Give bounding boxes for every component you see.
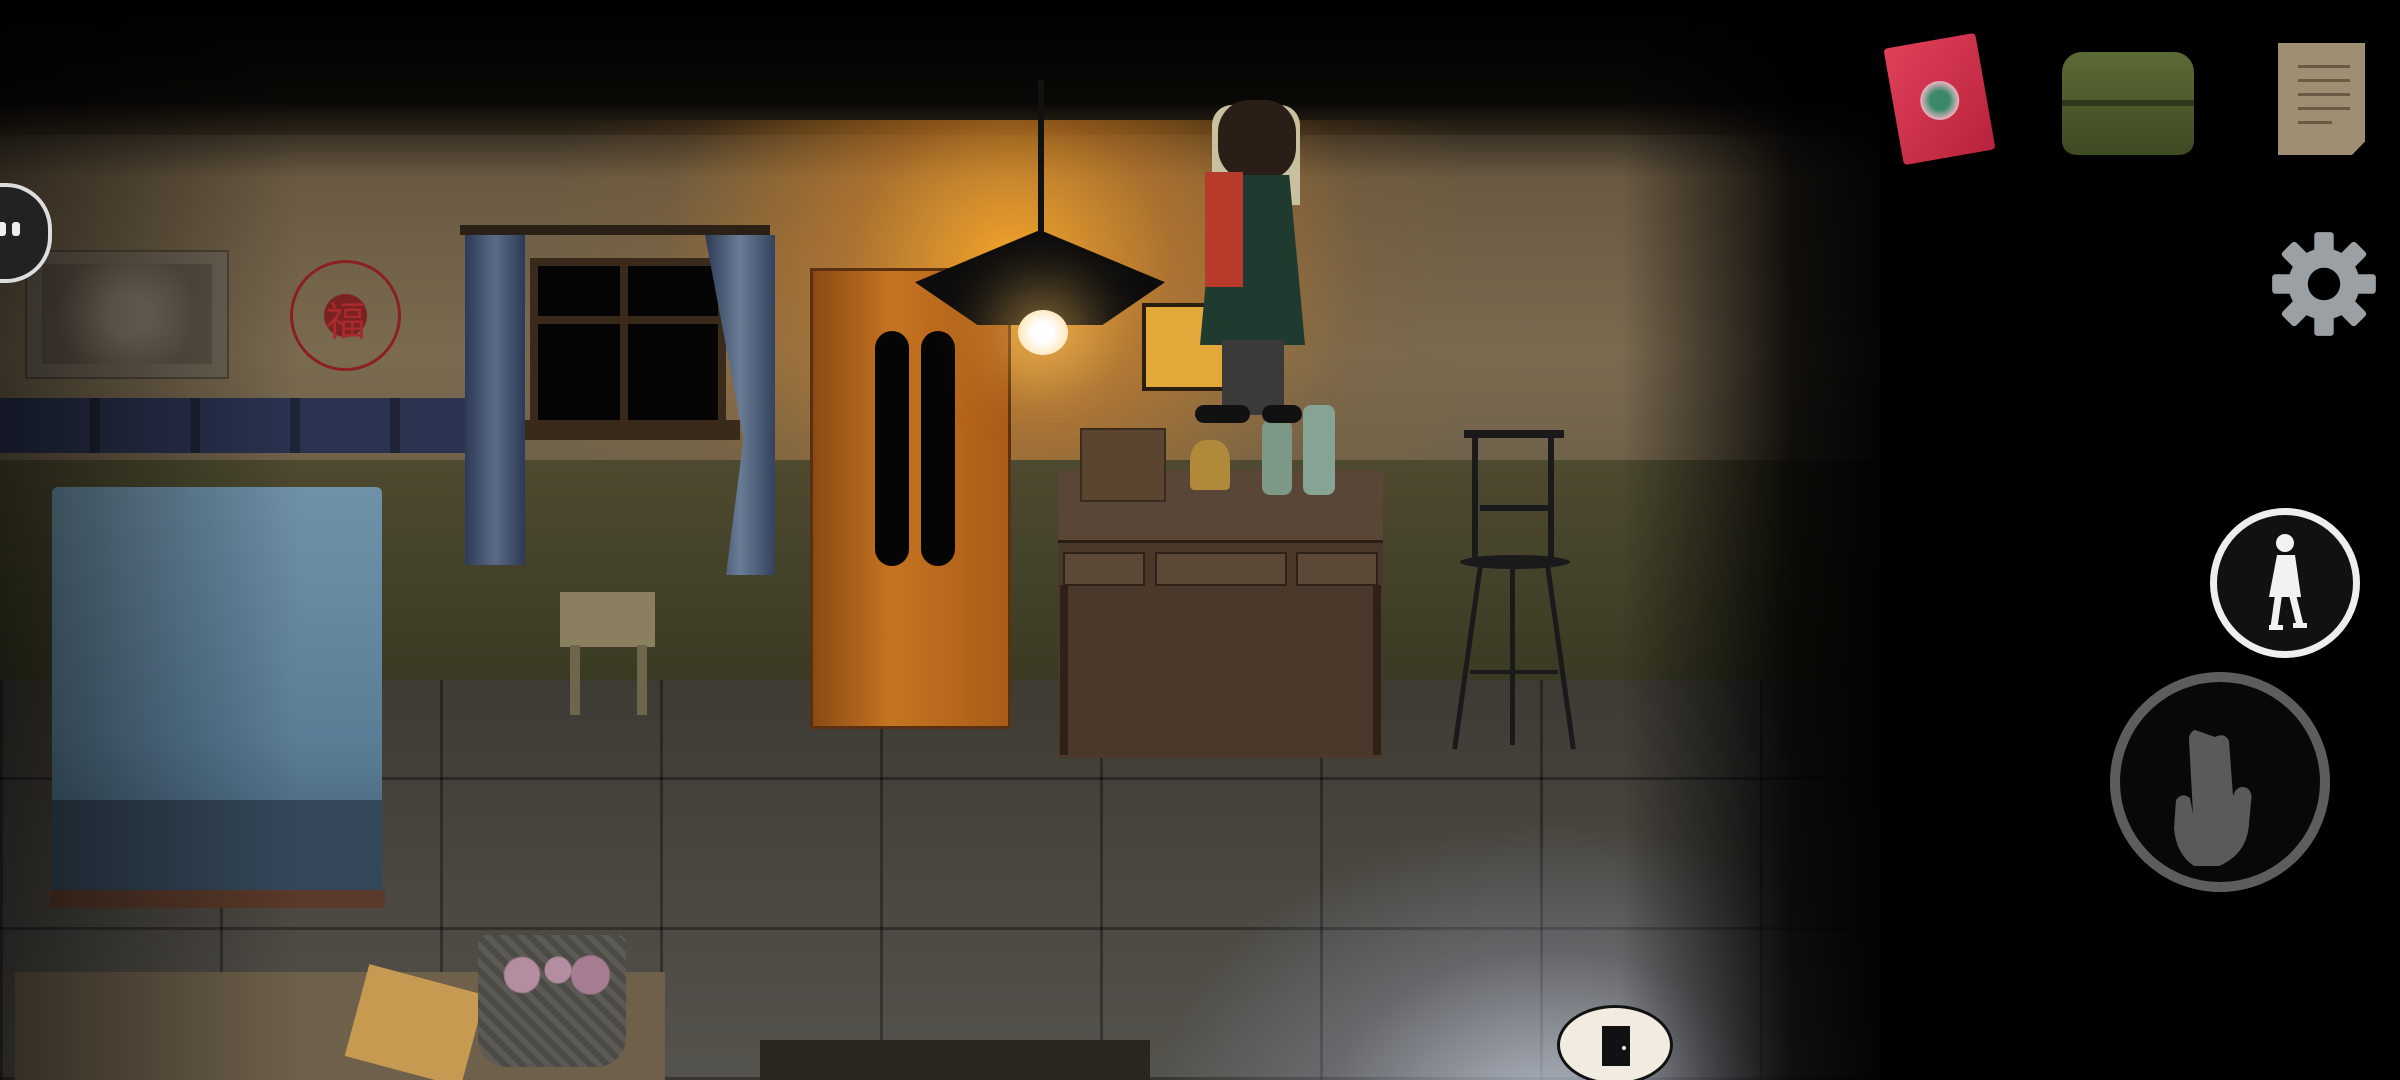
settings-button[interactable] — [2270, 230, 2378, 338]
inventory-paper-note[interactable] — [2278, 43, 2365, 155]
window-mullion — [620, 266, 628, 426]
desk-leg — [1060, 585, 1068, 755]
light-bulb — [1018, 310, 1068, 355]
exit-door-button[interactable] — [1557, 1005, 1673, 1080]
curtain-left — [465, 235, 525, 565]
fu-papercut: 福 — [290, 260, 401, 371]
hanging-figure-shoe — [1262, 405, 1302, 423]
stool-leg — [637, 645, 647, 715]
hanging-figure-shoe — [1195, 405, 1250, 423]
curtain-rod — [460, 225, 770, 235]
desk-leg — [1373, 585, 1381, 755]
stool-leg — [570, 645, 580, 715]
inventory-red-book[interactable] — [1883, 32, 1996, 166]
gear-icon — [2272, 232, 2376, 336]
desk-drawer-right[interactable] — [1296, 552, 1378, 586]
bust-statue[interactable] — [1190, 440, 1230, 490]
interact-button[interactable] — [2110, 672, 2330, 892]
window-sill — [520, 420, 740, 440]
walking-person-icon — [2269, 534, 2307, 630]
hanging-figure-sash — [1205, 172, 1243, 287]
lamp-cord — [1038, 80, 1044, 240]
foreground-table-edge — [760, 1040, 1150, 1080]
game-scene: 福 — [0, 0, 2400, 1080]
wardrobe[interactable] — [810, 268, 1011, 729]
thermos[interactable] — [1303, 405, 1335, 495]
hanging-figure-legs — [1222, 340, 1284, 415]
stool[interactable] — [560, 592, 655, 647]
walk-button[interactable] — [2210, 508, 2360, 658]
wardrobe-window-left — [875, 331, 909, 566]
fu-character: 福 — [325, 299, 366, 345]
pointing-hand-icon — [2174, 730, 2252, 866]
left-vignette — [0, 0, 300, 1080]
wardrobe-window-right — [921, 331, 955, 566]
inventory-green-bag[interactable] — [2062, 52, 2194, 155]
desk-drawer-center[interactable] — [1155, 552, 1287, 586]
eggs — [492, 945, 612, 995]
wooden-box[interactable] — [1080, 428, 1166, 502]
tall-chair[interactable] — [1452, 430, 1576, 750]
window[interactable] — [530, 258, 726, 434]
desk-drawer-left[interactable] — [1063, 552, 1145, 586]
thermos[interactable] — [1262, 420, 1292, 495]
hanging-figure-head — [1218, 100, 1296, 180]
window-transom — [538, 316, 718, 324]
